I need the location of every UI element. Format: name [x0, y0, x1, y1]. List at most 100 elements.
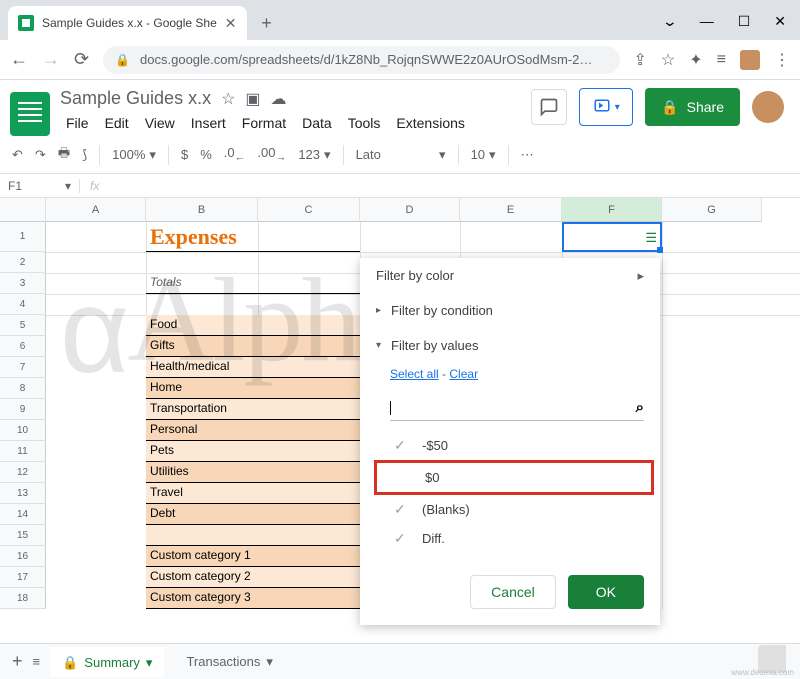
row-header[interactable]: 5: [0, 315, 46, 336]
paint-format-button[interactable]: ⟆: [82, 147, 87, 163]
row-header[interactable]: 3: [0, 273, 46, 294]
decrease-decimal-button[interactable]: .0←: [224, 145, 246, 164]
print-button[interactable]: 🖶: [58, 144, 70, 166]
present-button[interactable]: ▾: [579, 88, 633, 126]
window-minimize-button[interactable]: —: [700, 13, 714, 30]
add-sheet-button[interactable]: +: [12, 651, 23, 672]
font-size-dropdown[interactable]: 10▾: [471, 147, 496, 163]
cloud-status-icon[interactable]: ☁: [271, 89, 287, 109]
cancel-button[interactable]: Cancel: [470, 575, 556, 609]
redo-button[interactable]: ↷: [35, 147, 46, 163]
cell[interactable]: Gifts: [146, 336, 258, 357]
zoom-dropdown[interactable]: 100%▾: [112, 147, 156, 163]
filter-value-item[interactable]: ✓ (Blanks): [390, 495, 644, 524]
col-header-g[interactable]: G: [662, 198, 762, 222]
profile-extension-icon[interactable]: [740, 50, 760, 70]
cell[interactable]: Home: [146, 378, 258, 399]
chevron-down-icon[interactable]: ⌄: [662, 13, 678, 30]
cell[interactable]: Custom category 3: [146, 588, 258, 609]
document-title[interactable]: Sample Guides x.x: [60, 88, 211, 109]
cell[interactable]: Personal: [146, 420, 258, 441]
filter-search-input[interactable]: ⌕: [390, 395, 644, 421]
col-header-f[interactable]: F: [562, 198, 662, 222]
row-header[interactable]: 17: [0, 567, 46, 588]
menu-file[interactable]: File: [60, 113, 95, 133]
col-header-a[interactable]: A: [46, 198, 146, 222]
cell[interactable]: Food: [146, 315, 258, 336]
cell[interactable]: [146, 525, 258, 546]
star-doc-icon[interactable]: ☆: [221, 89, 235, 109]
active-filter-cell[interactable]: ☰: [562, 222, 662, 252]
menu-edit[interactable]: Edit: [99, 113, 135, 133]
row-header[interactable]: 18: [0, 588, 46, 609]
col-header-e[interactable]: E: [460, 198, 562, 222]
col-header-b[interactable]: B: [146, 198, 258, 222]
user-avatar[interactable]: [752, 91, 784, 123]
star-icon[interactable]: ☆: [661, 50, 675, 70]
totals-cell[interactable]: Totals: [146, 273, 258, 294]
row-header[interactable]: 15: [0, 525, 46, 546]
address-bar[interactable]: 🔒 docs.google.com/spreadsheets/d/1kZ8Nb_…: [103, 46, 619, 74]
filter-by-condition-row[interactable]: ▸ Filter by condition: [360, 293, 660, 328]
window-maximize-button[interactable]: ☐: [738, 13, 751, 30]
name-box[interactable]: F1▾: [0, 179, 80, 193]
move-doc-icon[interactable]: ▣: [245, 89, 260, 109]
row-header[interactable]: 11: [0, 441, 46, 462]
fill-handle[interactable]: [657, 247, 663, 253]
increase-decimal-button[interactable]: .00→: [257, 145, 286, 164]
cell[interactable]: Custom category 2: [146, 567, 258, 588]
cell[interactable]: Utilities: [146, 462, 258, 483]
row-header[interactable]: 13: [0, 483, 46, 504]
reload-button[interactable]: ⟳: [74, 49, 89, 70]
sheet-tab-transactions[interactable]: Transactions ▾: [174, 648, 284, 676]
menu-view[interactable]: View: [139, 113, 181, 133]
tune-icon[interactable]: ≡: [717, 51, 726, 69]
filter-icon[interactable]: ☰: [645, 230, 657, 246]
kebab-menu-icon[interactable]: ⋮: [774, 50, 790, 70]
filter-value-item-highlighted[interactable]: ✓ $0: [374, 460, 654, 495]
row-header[interactable]: 6: [0, 336, 46, 357]
cell[interactable]: Custom category 1: [146, 546, 258, 567]
comment-history-button[interactable]: [531, 89, 567, 125]
row-header[interactable]: 10: [0, 420, 46, 441]
row-header[interactable]: 14: [0, 504, 46, 525]
cell[interactable]: Debt: [146, 504, 258, 525]
number-format-dropdown[interactable]: 123▾: [298, 147, 330, 163]
row-header[interactable]: 4: [0, 294, 46, 315]
close-tab-icon[interactable]: ✕: [225, 15, 237, 32]
back-button[interactable]: ←: [10, 49, 28, 70]
select-all-link[interactable]: Select all: [390, 367, 439, 381]
share-icon[interactable]: ⇪: [634, 50, 647, 70]
ok-button[interactable]: OK: [568, 575, 644, 609]
currency-button[interactable]: $: [181, 147, 188, 162]
cell[interactable]: Health/medical: [146, 357, 258, 378]
filter-by-values-row[interactable]: ▾ Filter by values: [360, 328, 660, 363]
sheets-logo-icon[interactable]: [10, 92, 50, 136]
menu-data[interactable]: Data: [296, 113, 338, 133]
menu-tools[interactable]: Tools: [342, 113, 387, 133]
row-header[interactable]: 9: [0, 399, 46, 420]
row-header[interactable]: 16: [0, 546, 46, 567]
all-sheets-button[interactable]: ≡: [33, 654, 41, 669]
undo-button[interactable]: ↶: [12, 147, 23, 163]
menu-format[interactable]: Format: [236, 113, 292, 133]
font-dropdown[interactable]: Lato▾: [356, 147, 446, 163]
row-header[interactable]: 1: [0, 222, 46, 252]
cell[interactable]: Transportation: [146, 399, 258, 420]
row-header[interactable]: 7: [0, 357, 46, 378]
row-header[interactable]: 2: [0, 252, 46, 273]
new-tab-button[interactable]: +: [253, 9, 281, 37]
browser-tab[interactable]: Sample Guides x.x - Google She ✕: [8, 6, 247, 40]
menu-insert[interactable]: Insert: [185, 113, 232, 133]
share-button[interactable]: 🔒 Share: [645, 88, 740, 126]
sheet-tab-summary[interactable]: 🔒 Summary ▾: [50, 647, 164, 677]
clear-link[interactable]: Clear: [449, 367, 478, 381]
col-header-c[interactable]: C: [258, 198, 360, 222]
more-toolbar-button[interactable]: ⋯: [521, 147, 534, 163]
percent-button[interactable]: %: [200, 147, 212, 162]
row-header[interactable]: 12: [0, 462, 46, 483]
row-header[interactable]: 8: [0, 378, 46, 399]
menu-extensions[interactable]: Extensions: [390, 113, 470, 133]
cell[interactable]: Pets: [146, 441, 258, 462]
extensions-icon[interactable]: ✦: [689, 50, 702, 70]
